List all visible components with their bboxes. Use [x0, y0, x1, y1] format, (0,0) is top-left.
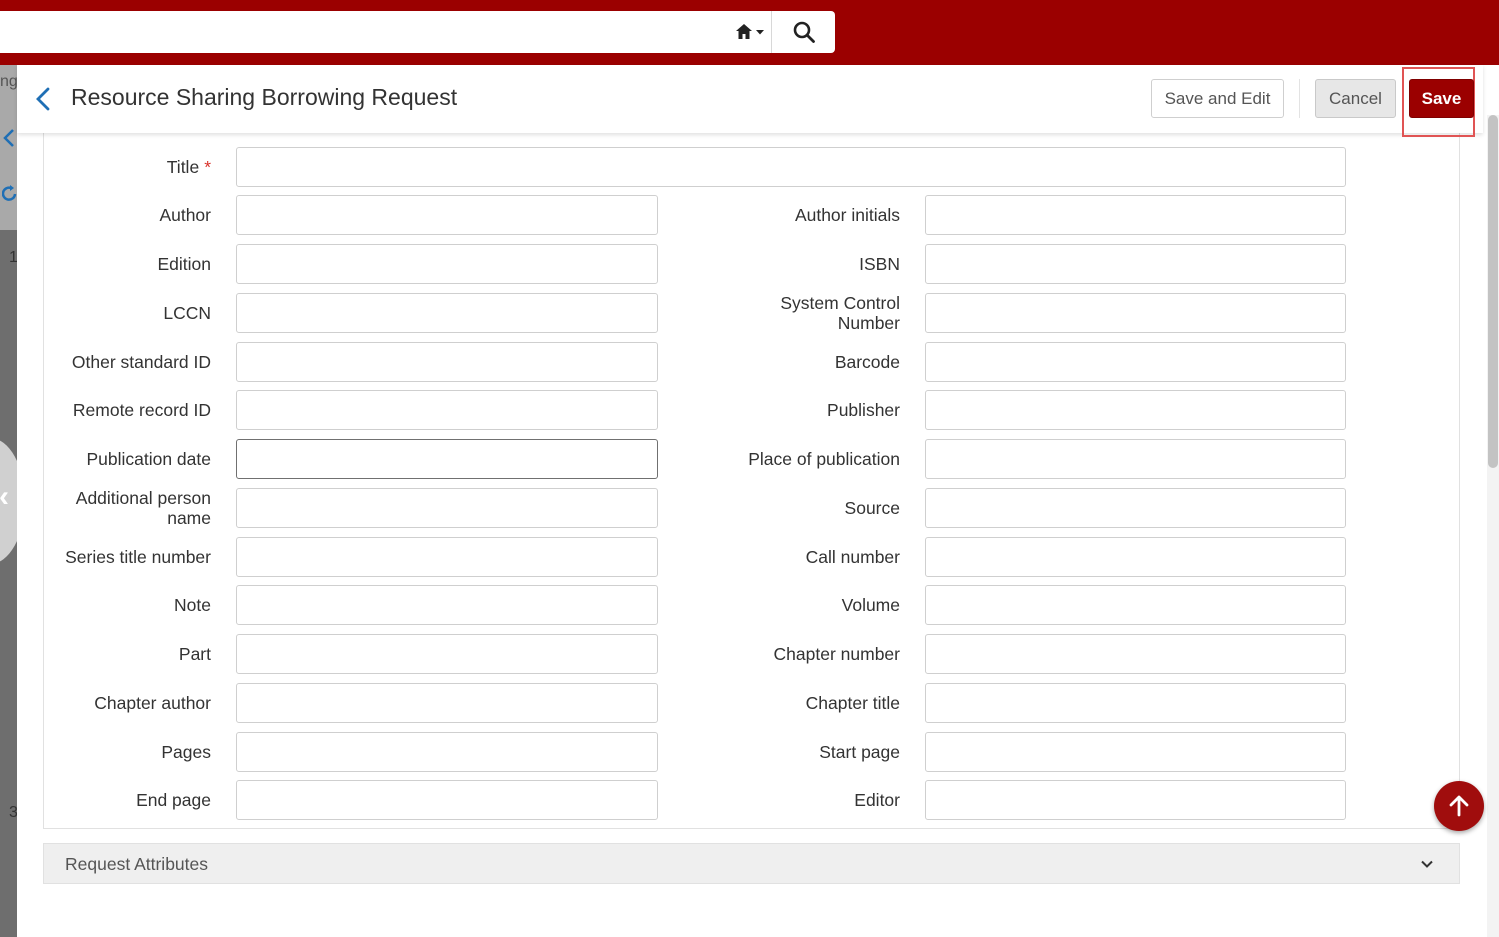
field-label-place-of-publication: Place of publication	[748, 449, 900, 469]
field-label-start-page: Start page	[819, 742, 900, 762]
section-title: Request Attributes	[65, 854, 208, 874]
save-and-edit-button[interactable]: Save and Edit	[1151, 79, 1284, 118]
home-dropdown-icon	[735, 24, 764, 39]
form-row: Author Author initials	[44, 195, 1461, 235]
end-page-input[interactable]	[236, 780, 658, 820]
field-label-other-standard-id: Other standard ID	[71, 352, 211, 372]
chapter-number-input[interactable]	[925, 634, 1346, 674]
field-label-chapter-number: Chapter number	[773, 644, 900, 664]
field-label-part: Part	[178, 644, 211, 664]
field-label-publisher: Publisher	[827, 400, 900, 420]
field-label-series-title-number: Series title number	[65, 547, 211, 567]
form-row: Additional person name Source	[44, 488, 1461, 528]
scroll-to-top-button[interactable]	[1434, 781, 1484, 831]
field-label-title: Title *	[44, 147, 211, 187]
form-row: Edition ISBN	[44, 244, 1461, 284]
chapter-author-input[interactable]	[236, 683, 658, 723]
editor-input[interactable]	[925, 780, 1346, 820]
search-icon	[793, 21, 815, 43]
place-of-publication-input[interactable]	[925, 439, 1346, 479]
background-row-number: 3	[9, 804, 17, 821]
header-divider	[1299, 79, 1300, 118]
start-page-input[interactable]	[925, 732, 1346, 772]
background-text: ng	[0, 73, 17, 90]
required-marker: *	[204, 157, 211, 177]
edition-input[interactable]	[236, 244, 658, 284]
background-back-icon	[3, 129, 14, 147]
bibliographic-form: Title * Author Author initials Edition IS…	[43, 133, 1460, 829]
form-row-title: Title *	[44, 147, 1461, 187]
save-button[interactable]: Save	[1409, 79, 1474, 118]
cancel-button[interactable]: Cancel	[1315, 79, 1396, 118]
field-label-barcode: Barcode	[834, 352, 900, 372]
isbn-input[interactable]	[925, 244, 1346, 284]
author-input[interactable]	[236, 195, 658, 235]
background-refresh-icon	[2, 185, 17, 201]
borrowing-request-panel: Resource Sharing Borrowing Request Save …	[17, 65, 1499, 937]
field-label-call-number: Call number	[805, 547, 900, 567]
field-label-source: Source	[844, 498, 900, 518]
form-row: Remote record ID Publisher	[44, 390, 1461, 430]
field-label-author: Author	[159, 205, 211, 225]
form-row: End page Editor	[44, 780, 1461, 820]
form-row: Pages Start page	[44, 732, 1461, 772]
form-row: Publication date Place of publication	[44, 439, 1461, 479]
pages-input[interactable]	[236, 732, 658, 772]
field-label-system-control-number: System Control Number	[780, 293, 900, 333]
form-row: Note Volume	[44, 585, 1461, 625]
field-label-note: Note	[174, 595, 211, 615]
field-label-text: Title	[166, 157, 200, 177]
request-attributes-section[interactable]: Request Attributes	[43, 843, 1460, 884]
lccn-input[interactable]	[236, 293, 658, 333]
author-initials-input[interactable]	[925, 195, 1346, 235]
form-row: Part Chapter number	[44, 634, 1461, 674]
publication-date-input[interactable]	[236, 439, 658, 479]
field-label-additional-person-name: Additional person name	[75, 488, 211, 528]
field-label-chapter-author: Chapter author	[94, 693, 211, 713]
field-label-author-initials: Author initials	[794, 205, 900, 225]
field-label-end-page: End page	[136, 790, 211, 810]
barcode-input[interactable]	[925, 342, 1346, 382]
panel-header: Resource Sharing Borrowing Request Save …	[17, 65, 1483, 137]
arrow-up-icon	[1449, 795, 1469, 817]
form-row: Other standard ID Barcode	[44, 342, 1461, 382]
system-control-number-input[interactable]	[925, 293, 1346, 333]
source-input[interactable]	[925, 488, 1346, 528]
search-button[interactable]	[772, 11, 835, 53]
home-dropdown-button[interactable]	[728, 11, 772, 53]
form-row: Series title number Call number	[44, 537, 1461, 577]
note-input[interactable]	[236, 585, 658, 625]
chapter-title-input[interactable]	[925, 683, 1346, 723]
chevron-left-icon	[36, 87, 50, 111]
publisher-input[interactable]	[925, 390, 1346, 430]
field-label-editor: Editor	[854, 790, 900, 810]
field-label-volume: Volume	[841, 595, 900, 615]
form-row: Chapter author Chapter title	[44, 683, 1461, 723]
field-label-pages: Pages	[161, 742, 211, 762]
field-label-edition: Edition	[157, 254, 211, 274]
search-bar[interactable]	[0, 11, 835, 53]
background-row-number: 1	[9, 249, 17, 266]
remote-record-id-input[interactable]	[236, 390, 658, 430]
field-label-chapter-title: Chapter title	[805, 693, 900, 713]
call-number-input[interactable]	[925, 537, 1346, 577]
back-button[interactable]	[29, 82, 57, 116]
field-label-isbn: ISBN	[859, 254, 900, 274]
field-label-lccn: LCCN	[163, 303, 211, 323]
volume-input[interactable]	[925, 585, 1346, 625]
field-label-remote-record-id: Remote record ID	[72, 400, 211, 420]
field-label-publication-date: Publication date	[86, 449, 211, 469]
part-input[interactable]	[236, 634, 658, 674]
other-standard-id-input[interactable]	[236, 342, 658, 382]
chevron-down-icon	[1421, 860, 1433, 868]
series-title-number-input[interactable]	[236, 537, 658, 577]
chevron-left-icon: ‹	[0, 480, 9, 513]
scrollbar-thumb[interactable]	[1488, 115, 1498, 468]
additional-person-name-input[interactable]	[236, 488, 658, 528]
title-input[interactable]	[236, 147, 1346, 187]
page-title: Resource Sharing Borrowing Request	[71, 84, 458, 110]
form-row: LCCN System Control Number	[44, 293, 1461, 333]
top-bar	[0, 0, 1499, 65]
scrollbar[interactable]	[1487, 115, 1499, 937]
